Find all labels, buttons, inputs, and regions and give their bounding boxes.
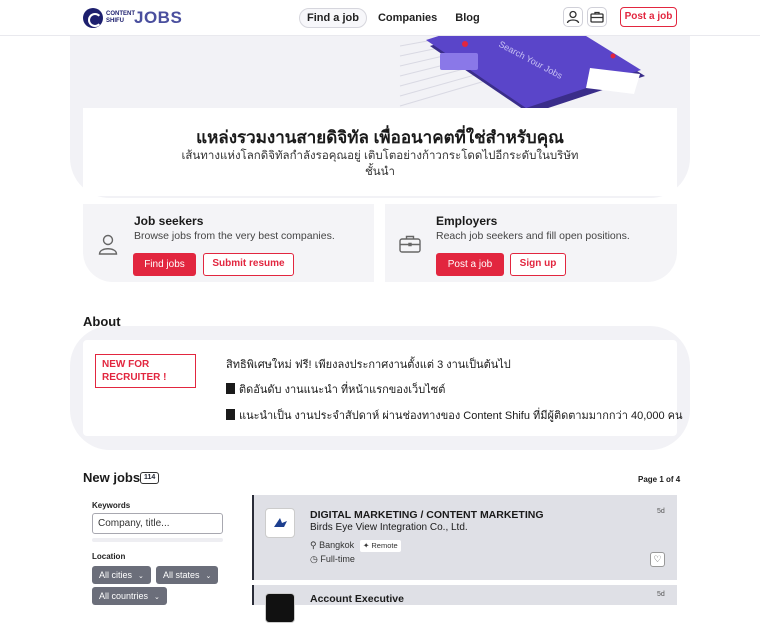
clock-icon: ◷ — [310, 554, 318, 564]
input-divider — [92, 538, 223, 542]
location-label: Location — [92, 552, 126, 561]
cities-select-value: All cities — [99, 570, 133, 580]
briefcase-icon — [590, 11, 604, 23]
job-company: Birds Eye View Integration Co., Ltd. — [310, 522, 468, 533]
employers-description: Reach job seekers and fill open position… — [436, 230, 630, 242]
about-line-2-text: ติดอันดับ งานแนะนำ ที่หน้าแรกของเว็บไซต์ — [239, 384, 446, 396]
job-location-text: Bangkok — [319, 540, 355, 550]
about-line-2: ติดอันดับ งานแนะนำ ที่หน้าแรกของเว็บไซต์ — [226, 380, 445, 398]
chevron-down-icon: ⌄ — [138, 573, 144, 580]
saved-jobs-button[interactable] — [587, 7, 607, 27]
hero-illustration: Search Your Jobs — [390, 36, 650, 114]
job-card[interactable] — [252, 495, 677, 580]
hero-subtitle: เส้นทางแห่งโลกดิจิทัลกำลังรอคุณอยู่ เติบ… — [181, 150, 579, 178]
keywords-input[interactable]: Company, title... — [92, 513, 223, 534]
page-indicator: Page 1 of 4 — [638, 475, 681, 484]
states-select[interactable]: All states ⌄ — [156, 566, 219, 584]
job-seekers-description: Browse jobs from the very best companies… — [134, 230, 335, 242]
bird-logo-icon — [274, 518, 287, 527]
logo-mark-icon — [83, 8, 103, 28]
cities-select[interactable]: All cities ⌄ — [92, 566, 151, 584]
job-seekers-title: Job seekers — [134, 214, 204, 228]
about-line-3-text: แนะนำเป็น งานประจำสัปดาห์ ผ่านช่องทางของ… — [239, 410, 683, 422]
sign-up-button[interactable]: Sign up — [510, 253, 566, 276]
chevron-down-icon: ⌄ — [205, 573, 212, 580]
company-logo — [265, 508, 295, 538]
job-location: ⚲ Bangkok — [310, 540, 354, 551]
post-a-job-button[interactable]: Post a job — [436, 253, 504, 276]
job-count-badge: 114 — [140, 472, 160, 484]
user-icon — [566, 10, 580, 24]
find-jobs-button[interactable]: Find jobs — [133, 253, 196, 276]
logo-jobs-text: JOBS — [134, 8, 183, 27]
hero-title: แหล่งรวมงานสายดิจิทัล เพื่ออนาคตที่ใช่สำ… — [196, 128, 564, 147]
remote-tag: ✦ Remote — [360, 540, 401, 552]
about-line-3: แนะนำเป็น งานประจำสัปดาห์ ผ่านช่องทางของ… — [226, 406, 683, 424]
bullet-square-icon — [226, 409, 235, 420]
location-pin-icon: ⚲ — [310, 540, 317, 550]
wifi-icon: ✦ — [363, 541, 370, 550]
account-button[interactable] — [563, 7, 583, 27]
person-icon — [98, 234, 118, 255]
save-job-button[interactable]: ♡ — [650, 552, 665, 567]
states-select-value: All states — [163, 570, 200, 580]
keywords-label: Keywords — [92, 501, 131, 510]
nav-companies[interactable]: Companies — [371, 9, 444, 27]
company-logo — [265, 593, 295, 623]
site-logo[interactable]: CONTENT SHIFU JOBS — [83, 8, 182, 28]
top-navigation-bar: CONTENT SHIFU JOBS Find a job Companies … — [0, 0, 760, 36]
nav-blog[interactable]: Blog — [448, 9, 486, 27]
countries-select[interactable]: All countries ⌄ — [92, 587, 167, 605]
bullet-square-icon — [226, 383, 235, 394]
logo-small-text: CONTENT SHIFU — [106, 11, 135, 24]
submit-resume-button[interactable]: Submit resume — [203, 253, 294, 276]
job-title[interactable]: DIGITAL MARKETING / CONTENT MARKETING — [310, 509, 544, 521]
new-jobs-heading: New jobs — [83, 470, 141, 485]
remote-tag-text: Remote — [371, 541, 398, 550]
post-job-button[interactable]: Post a job — [620, 7, 677, 27]
heart-icon: ♡ — [653, 554, 662, 564]
employers-title: Employers — [436, 214, 498, 228]
briefcase-icon — [399, 235, 421, 253]
about-line-1: สิทธิพิเศษใหม่ ฟรี! เพียงลงประกาศงานตั้ง… — [226, 359, 511, 371]
job-age: 5d — [657, 591, 665, 598]
nav-find-a-job[interactable]: Find a job — [299, 8, 367, 28]
new-for-recruiter-badge: NEW FOR RECRUITER ! — [95, 354, 196, 388]
job-title[interactable]: Account Executive — [310, 593, 404, 605]
job-age: 5d — [657, 508, 665, 515]
main-nav: Find a job Companies Blog — [299, 8, 491, 28]
job-type: ◷ Full-time — [310, 554, 355, 565]
job-type-text: Full-time — [320, 554, 355, 564]
